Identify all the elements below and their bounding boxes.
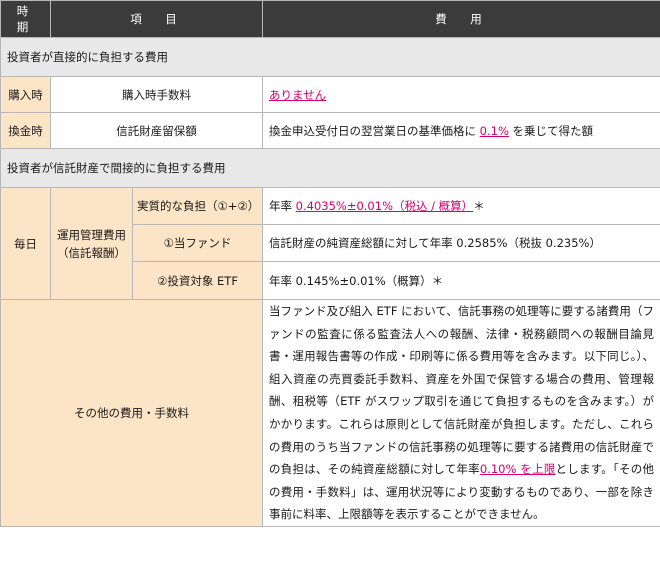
etf-value: 年率 0.145%±0.01%（概算）＊: [262, 261, 660, 300]
section-direct-row: 投資者が直接的に負担する費用: [0, 37, 660, 77]
purchase-row: 購入時 購入時手数料 ありません: [0, 76, 660, 113]
redemption-period: 換金時: [0, 112, 51, 149]
fund-value: 信託財産の純資産総額に対して年率 0.2585%（税抜 0.235%）: [262, 224, 660, 262]
redemption-item: 信託財産留保額: [50, 112, 263, 149]
other-text: 当ファンド及び組入 ETF において、信託事務の処理等に要する諸費用（ファンドの…: [262, 299, 660, 527]
header-period: 時 期: [0, 0, 51, 38]
section-direct: 投資者が直接的に負担する費用: [0, 37, 660, 77]
other-rate-link[interactable]: 0.10% を上限: [480, 462, 556, 476]
daily-period: 毎日: [0, 187, 51, 300]
other-row: その他の費用・手数料 当ファンド及び組入 ETF において、信託事務の処理等に要…: [0, 299, 660, 527]
purchase-value-link[interactable]: ありません: [269, 88, 326, 102]
redemption-value: 換金申込受付日の翌営業日の基準価格に 0.1% を乗じて得た額: [262, 112, 660, 149]
header-item: 項 目: [50, 0, 263, 38]
header-row: 時 期 項 目 費 用: [0, 0, 660, 38]
effective-rate-link[interactable]: 0.4035%±0.01%（税込 / 概算）: [296, 199, 474, 213]
fee-table: 時 期 項 目 費 用 投資者が直接的に負担する費用 購入時 購入時手数料 あり…: [0, 0, 660, 527]
other-label: その他の費用・手数料: [0, 299, 263, 527]
redemption-rate-link[interactable]: 0.1%: [480, 124, 509, 138]
purchase-period: 購入時: [0, 76, 51, 113]
daily-effective-row: 毎日 運用管理費用（信託報酬） 実質的な負担（①+②） 年率 0.4035%±0…: [0, 187, 660, 300]
redemption-row: 換金時 信託財産留保額 換金申込受付日の翌営業日の基準価格に 0.1% を乗じて…: [0, 112, 660, 149]
purchase-value: ありません: [262, 76, 660, 113]
section-indirect-row: 投資者が信託財産で間接的に負担する費用: [0, 148, 660, 188]
purchase-item: 購入時手数料: [50, 76, 263, 113]
trust-fee-item: 運用管理費用（信託報酬）: [50, 187, 133, 300]
header-cost: 費 用: [262, 0, 660, 38]
effective-value: 年率 0.4035%±0.01%（税込 / 概算）＊: [262, 187, 660, 225]
fund-label: ①当ファンド: [132, 224, 263, 262]
section-indirect: 投資者が信託財産で間接的に負担する費用: [0, 148, 660, 188]
etf-label: ②投資対象 ETF: [132, 261, 263, 300]
effective-label: 実質的な負担（①+②）: [132, 187, 263, 225]
